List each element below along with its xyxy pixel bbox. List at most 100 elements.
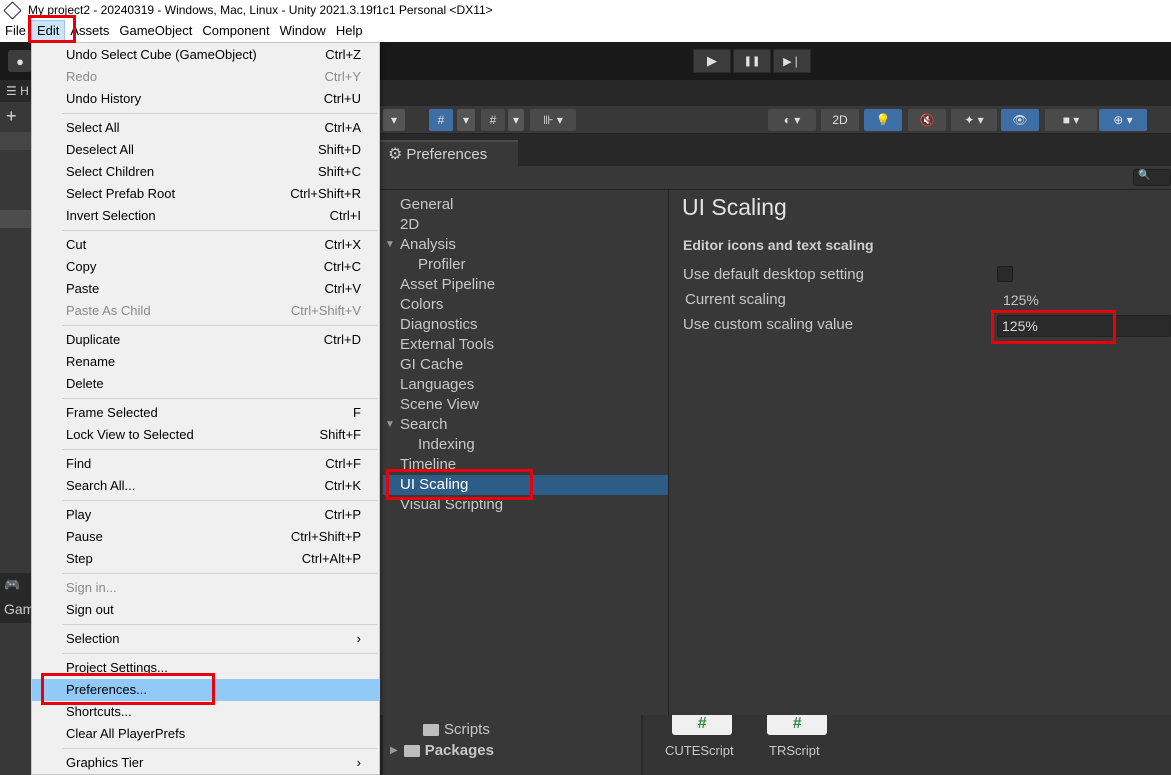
category-gi-cache[interactable]: GI Cache: [400, 355, 463, 375]
menu-gameobject[interactable]: GameObject: [114, 20, 197, 42]
expand-arrow-icon[interactable]: ▼: [385, 415, 395, 435]
script-file-icon[interactable]: #: [672, 715, 732, 735]
category-indexing[interactable]: Indexing: [418, 435, 475, 455]
menu-file[interactable]: File: [0, 20, 31, 42]
tree-item-packages[interactable]: ▶ Packages: [390, 742, 494, 759]
expand-arrow-icon[interactable]: ▼: [385, 235, 395, 255]
ruler-icon[interactable]: ⊪ ▾: [530, 109, 576, 131]
hierarchy-row[interactable]: [0, 210, 33, 228]
step-button[interactable]: ▶❘: [773, 49, 811, 73]
account-icon[interactable]: ●: [8, 50, 32, 72]
annotation-box-ui-scaling: [386, 469, 533, 500]
expand-arrow-icon[interactable]: ▶: [390, 745, 398, 756]
menu-item-paste[interactable]: Paste Ctrl+V: [32, 278, 379, 300]
menu-item-label: Play: [66, 507, 92, 522]
game-tab-area: 🎮 Gam: [0, 573, 34, 623]
category-asset-pipeline[interactable]: Asset Pipeline: [400, 275, 495, 295]
folder-icon: [423, 723, 439, 736]
menu-item-shortcut: Shift+D: [318, 142, 361, 157]
preferences-tab[interactable]: ⚙ Preferences: [380, 140, 518, 166]
effects-icon[interactable]: ✦ ▾: [951, 109, 997, 131]
menu-item-label: Search All...: [66, 478, 136, 493]
asset-name[interactable]: CUTEScript: [665, 743, 734, 758]
gizmos-icon[interactable]: ⊕ ▾: [1099, 109, 1147, 131]
menu-item-graphics-tier[interactable]: Graphics Tier ›: [32, 752, 379, 774]
menu-item-label: Clear All PlayerPrefs: [66, 726, 186, 741]
chevron-down-icon[interactable]: ▾: [508, 109, 524, 131]
play-button[interactable]: ▶: [693, 49, 731, 73]
asset-name[interactable]: TRScript: [769, 743, 820, 758]
menu-item-shortcut: Ctrl+Shift+R: [290, 186, 361, 201]
preferences-search-input[interactable]: 🔍: [1133, 169, 1171, 186]
increment-snap-icon[interactable]: #: [481, 109, 505, 131]
menu-item-selection[interactable]: Selection ›: [32, 628, 379, 650]
menu-item-invert-selection[interactable]: Invert Selection Ctrl+I: [32, 205, 379, 227]
chevron-down-icon[interactable]: ▾: [457, 109, 475, 131]
menu-item-clear-all-playerprefs[interactable]: Clear All PlayerPrefs: [32, 723, 379, 745]
hierarchy-tab[interactable]: ☰ H: [0, 80, 33, 102]
menu-item-sign-in[interactable]: Sign in...: [32, 577, 379, 599]
hidden-objects-icon[interactable]: 👁: [1001, 109, 1039, 131]
category-external-tools[interactable]: External Tools: [400, 335, 494, 355]
preferences-divider: [668, 190, 669, 715]
menu-component[interactable]: Component: [197, 20, 274, 42]
annotation-box-preferences: [41, 673, 215, 705]
menu-item-label: Undo History: [66, 91, 142, 106]
menu-item-rename[interactable]: Rename: [32, 351, 379, 373]
menu-item-select-prefab-root[interactable]: Select Prefab Root Ctrl+Shift+R: [32, 183, 379, 205]
category-analysis[interactable]: Analysis: [400, 235, 456, 255]
menu-item-copy[interactable]: Copy Ctrl+C: [32, 256, 379, 278]
menu-item-shortcut: Ctrl+Shift+V: [290, 303, 361, 318]
menu-help[interactable]: Help: [331, 20, 368, 42]
menu-item-lock-view-to-selected[interactable]: Lock View to Selected Shift+F: [32, 424, 379, 446]
shading-mode-icon[interactable]: ◐ ▾: [768, 109, 816, 131]
menu-item-label: Deselect All: [66, 142, 134, 157]
menu-item-shortcut: Ctrl+D: [323, 332, 361, 347]
menu-item-select-children[interactable]: Select Children Shift+C: [32, 161, 379, 183]
category-colors[interactable]: Colors: [400, 295, 443, 315]
menu-item-shortcut: Shift+F: [319, 427, 361, 442]
hierarchy-row[interactable]: [0, 132, 33, 150]
menu-item-paste-as-child[interactable]: Paste As Child Ctrl+Shift+V: [32, 300, 379, 322]
menu-separator: [62, 325, 377, 326]
menu-item-undo-select-cube-gameobject[interactable]: Undo Select Cube (GameObject) Ctrl+Z: [32, 44, 379, 66]
menu-item-label: Duplicate: [66, 332, 121, 347]
menu-item-select-all[interactable]: Select All Ctrl+A: [32, 117, 379, 139]
camera-icon[interactable]: ■ ▾: [1045, 109, 1097, 131]
menu-item-search-all[interactable]: Search All... Ctrl+K: [32, 475, 379, 497]
add-icon[interactable]: +: [6, 106, 17, 127]
2d-toggle-button[interactable]: 2D: [821, 109, 859, 131]
menu-item-find[interactable]: Find Ctrl+F: [32, 453, 379, 475]
script-file-icon[interactable]: #: [767, 715, 827, 735]
category-languages[interactable]: Languages: [400, 375, 474, 395]
menu-item-label: Frame Selected: [66, 405, 158, 420]
menu-item-step[interactable]: Step Ctrl+Alt+P: [32, 548, 379, 570]
menu-window[interactable]: Window: [275, 20, 331, 42]
menu-item-delete[interactable]: Delete: [32, 373, 379, 395]
category-2d[interactable]: 2D: [400, 215, 419, 235]
category-scene-view[interactable]: Scene View: [400, 395, 479, 415]
pause-button[interactable]: ❚❚: [733, 49, 771, 73]
audio-mute-icon[interactable]: 🔇: [908, 109, 946, 131]
use-default-checkbox[interactable]: [997, 266, 1013, 282]
menu-item-frame-selected[interactable]: Frame Selected F: [32, 402, 379, 424]
menu-item-duplicate[interactable]: Duplicate Ctrl+D: [32, 329, 379, 351]
menu-item-play[interactable]: Play Ctrl+P: [32, 504, 379, 526]
menu-item-undo-history[interactable]: Undo History Ctrl+U: [32, 88, 379, 110]
category-general[interactable]: General: [400, 195, 453, 215]
category-profiler[interactable]: Profiler: [418, 255, 466, 275]
game-tab[interactable]: Gam: [4, 601, 34, 617]
grid-snap-icon[interactable]: #: [429, 109, 453, 131]
tree-item-label: Packages: [424, 742, 494, 759]
category-diagnostics[interactable]: Diagnostics: [400, 315, 478, 335]
menu-item-pause[interactable]: Pause Ctrl+Shift+P: [32, 526, 379, 548]
menu-item-redo[interactable]: Redo Ctrl+Y: [32, 66, 379, 88]
lighting-icon[interactable]: 💡: [864, 109, 902, 131]
tree-item-scripts[interactable]: Scripts: [423, 721, 490, 738]
menu-item-deselect-all[interactable]: Deselect All Shift+D: [32, 139, 379, 161]
menu-item-cut[interactable]: Cut Ctrl+X: [32, 234, 379, 256]
dropdown-arrow-icon[interactable]: ▾: [383, 109, 405, 131]
menu-item-sign-out[interactable]: Sign out: [32, 599, 379, 621]
window-title-bar: My project2 - 20240319 - Windows, Mac, L…: [0, 0, 1171, 20]
category-search[interactable]: Search: [400, 415, 448, 435]
